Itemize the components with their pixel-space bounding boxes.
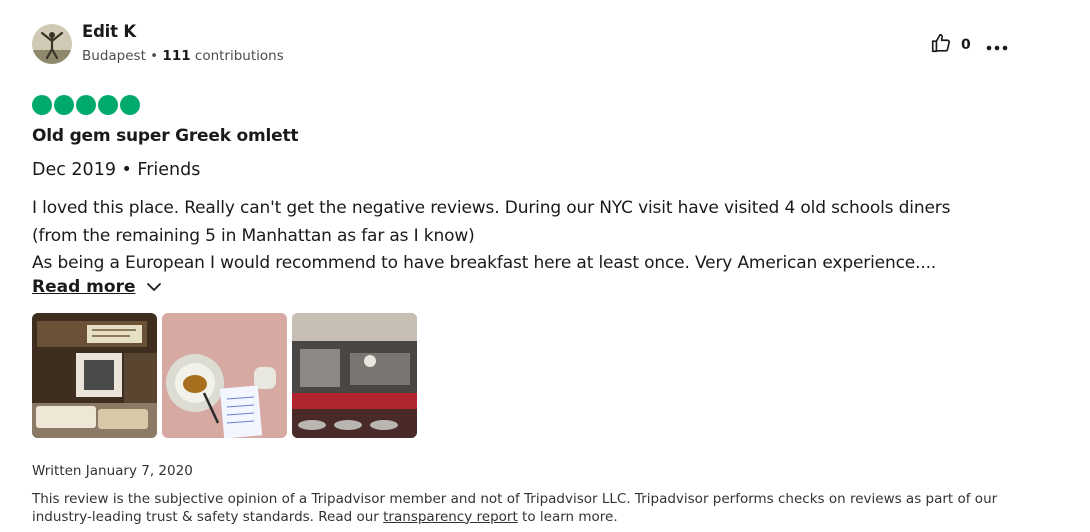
chevron-down-icon [146,282,162,292]
review-body: I loved this place. Really can't get the… [32,195,1032,278]
thumbs-up-icon [930,32,952,58]
helpful-count: 0 [961,37,971,53]
transparency-report-link[interactable]: transparency report [383,509,518,525]
contributions-count: 111 [162,48,191,64]
rating-bubble-icon [76,95,96,115]
review-body-line: I loved this place. Really can't get the… [32,198,951,218]
helpful-vote-button[interactable]: 0 [930,33,971,57]
rating-bubble-icon [32,95,52,115]
meta-separator: • [145,48,163,64]
author-meta: Budapest • 111 contributions [82,48,284,64]
visit-info: Dec 2019 • Friends [32,160,201,180]
contributions-label: contributions [190,48,284,64]
author-name[interactable]: Edit K [82,22,136,41]
photo-diner-counter[interactable] [32,313,157,438]
photo-diner-interior[interactable] [292,313,417,438]
rating-bubble-icon [54,95,74,115]
disclaimer-text-end: to learn more. [517,508,618,525]
read-more-button[interactable]: Read more [32,277,162,297]
avatar[interactable] [32,24,72,64]
review-body-line: (from the remaining 5 in Manhattan as fa… [32,225,475,246]
more-options-icon [986,36,1008,55]
more-options-button[interactable] [985,33,1009,57]
written-date: Written January 7, 2020 [32,463,193,479]
review-disclaimer: This review is the subjective opinion of… [32,491,1032,526]
rating-bubble-icon [120,95,140,115]
review-photos [32,313,417,438]
photo-coffee-cup[interactable] [162,313,287,438]
rating-bubble-icon [98,95,118,115]
read-more-label: Read more [32,277,136,297]
review-body-line: As being a European I would recommend to… [32,253,937,273]
author-location: Budapest [82,48,146,64]
review-title[interactable]: Old gem super Greek omlett [32,126,299,146]
rating-bubbles [32,95,140,115]
